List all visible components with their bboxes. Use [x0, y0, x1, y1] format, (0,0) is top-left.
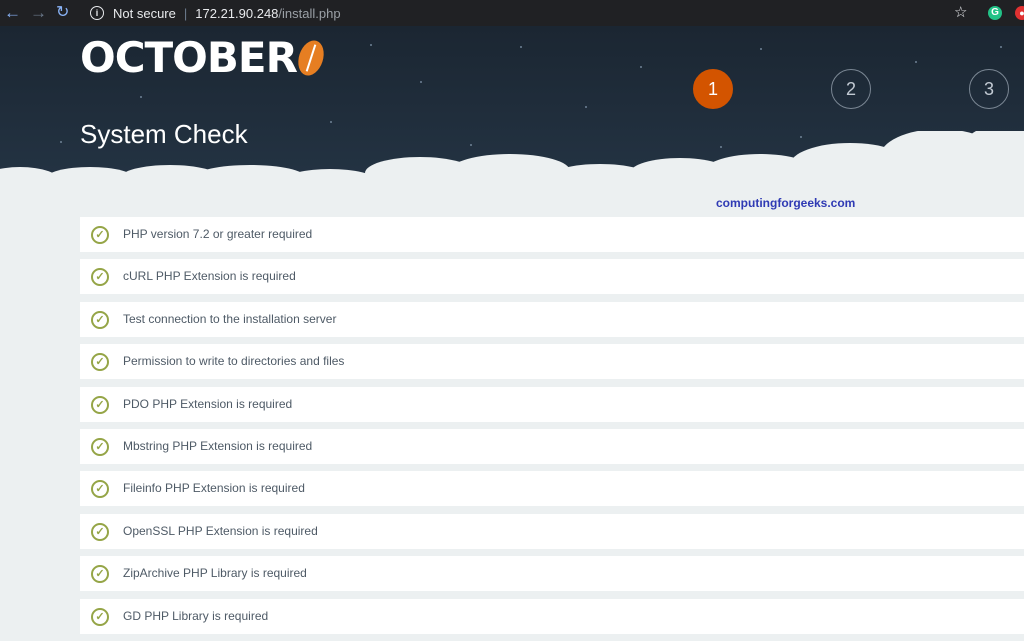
address-separator: | — [183, 5, 188, 21]
check-item: ✓ PHP version 7.2 or greater required — [80, 217, 1024, 252]
check-label: Fileinfo PHP Extension is required — [123, 481, 305, 496]
address-bar[interactable]: i Not secure | 172.21.90.248/install.php — [80, 1, 980, 25]
check-circle-icon: ✓ — [91, 353, 109, 372]
step-3-indicator: 3 — [969, 69, 1009, 109]
check-circle-icon: ✓ — [91, 310, 109, 329]
check-label: PDO PHP Extension is required — [123, 396, 293, 411]
check-label: PHP version 7.2 or greater required — [123, 227, 313, 241]
info-icon[interactable]: i — [90, 6, 104, 20]
system-check-list: ✓ PHP version 7.2 or greater required ✓ … — [80, 217, 1024, 641]
step-1-indicator: 1 — [693, 69, 733, 109]
check-circle-icon: ✓ — [91, 268, 109, 287]
check-circle-icon: ✓ — [91, 226, 109, 244]
check-item: ✓ ZipArchive PHP Library is required — [80, 556, 1024, 592]
step-2-indicator: 2 — [831, 69, 871, 109]
extension-red-icon[interactable]: ● — [1015, 6, 1024, 20]
check-label: OpenSSL PHP Extension is required — [123, 523, 318, 538]
check-circle-icon: ✓ — [91, 437, 109, 456]
extension-grammarly-icon[interactable]: G — [988, 6, 1002, 20]
check-circle-icon: ✓ — [91, 480, 109, 499]
leaf-icon — [293, 37, 328, 79]
watermark-text: computingforgeeks.com — [716, 196, 856, 210]
check-item: ✓ Permission to write to directories and… — [80, 344, 1024, 380]
check-item: ✓ Test connection to the installation se… — [80, 301, 1024, 337]
security-label[interactable]: Not secure — [113, 6, 176, 21]
bookmark-star-icon[interactable]: ☆ — [954, 3, 967, 21]
check-label: Mbstring PHP Extension is required — [123, 438, 313, 453]
url-host[interactable]: 172.21.90.248 — [195, 6, 278, 21]
check-label: Permission to write to directories and f… — [123, 354, 345, 369]
check-item: ✓ PDO PHP Extension is required — [80, 386, 1024, 422]
check-circle-icon: ✓ — [91, 607, 109, 626]
check-label: GD PHP Library is required — [123, 608, 269, 623]
october-logo: OCTOBER — [80, 33, 328, 82]
installer-header: OCTOBER 1 2 3 System Check — [0, 26, 1024, 191]
arrow-right-icon[interactable]: → — [30, 4, 47, 22]
browser-toolbar: ← → ↻ i Not secure | 172.21.90.248/insta… — [0, 0, 1024, 26]
check-circle-icon: ✓ — [91, 522, 109, 541]
check-item: ✓ OpenSSL PHP Extension is required — [80, 513, 1024, 549]
check-item: ✓ Fileinfo PHP Extension is required — [80, 471, 1024, 507]
check-label: cURL PHP Extension is required — [123, 269, 296, 284]
check-label: Test connection to the installation serv… — [123, 311, 337, 326]
arrow-left-icon[interactable]: ← — [4, 4, 21, 22]
check-item: ✓ GD PHP Library is required — [80, 598, 1024, 634]
reload-icon[interactable]: ↻ — [56, 4, 69, 22]
logo-text: OCTOBER — [80, 33, 298, 82]
url-path[interactable]: /install.php — [278, 6, 340, 21]
check-item: ✓ cURL PHP Extension is required — [80, 259, 1024, 295]
check-label: ZipArchive PHP Library is required — [123, 566, 307, 581]
check-circle-icon: ✓ — [91, 565, 109, 584]
check-item: ✓ Mbstring PHP Extension is required — [80, 428, 1024, 464]
cloud-divider — [0, 131, 1024, 191]
check-circle-icon: ✓ — [91, 395, 109, 414]
